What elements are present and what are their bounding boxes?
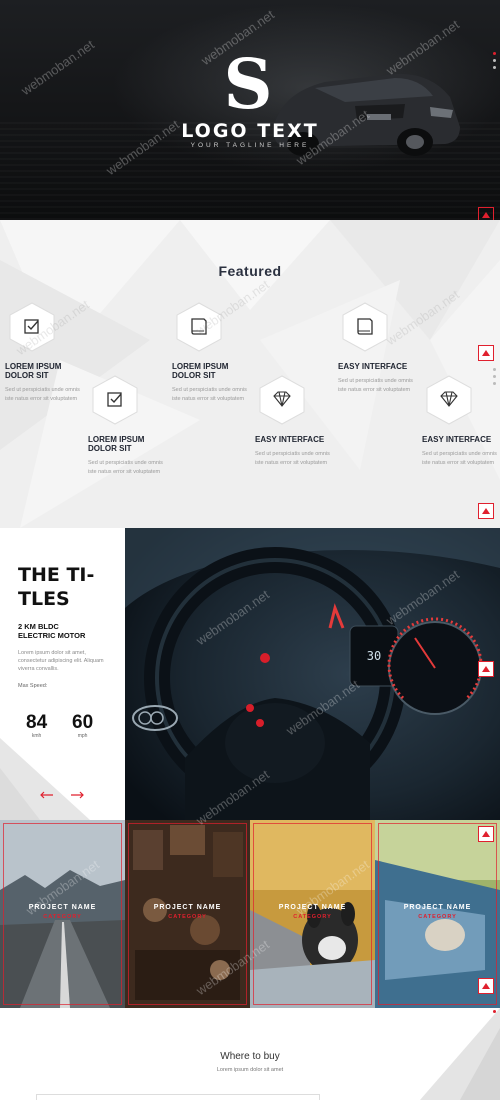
feature-item: EASY INTERFACE Sed ut perspiciatis unde …: [255, 375, 335, 468]
section-subtitle: 2 KM BLDC ELECTRIC MOTOR: [18, 622, 86, 640]
scroll-up-icon[interactable]: [478, 345, 494, 361]
project-card[interactable]: PROJECT NAME CATEGORY: [375, 820, 500, 1008]
section-dots[interactable]: [493, 368, 497, 389]
hexagon-badge: [426, 375, 472, 425]
hexagon-badge: [92, 375, 138, 425]
project-category[interactable]: CATEGORY: [250, 914, 375, 920]
slide-dot[interactable]: [493, 382, 496, 385]
featured-title: Featured: [218, 263, 282, 279]
project-category[interactable]: CATEGORY: [0, 914, 125, 920]
dashboard-photo: 30: [125, 528, 500, 820]
store-list-panel: [36, 1094, 320, 1100]
section-dots[interactable]: [493, 1010, 497, 1017]
hero-section: S LOGO TEXT YOUR TAGLINE HERE: [0, 0, 500, 220]
logo-s-icon[interactable]: S: [220, 52, 276, 114]
max-speed-label: Max Speed:: [18, 683, 48, 689]
where-to-buy-section: Where to buy Lorem ipsum dolor sit amet: [0, 1008, 500, 1100]
feature-item: LOREM IPSUM DOLOR SIT Sed ut perspiciatis…: [172, 302, 252, 404]
svg-text:S: S: [223, 52, 272, 114]
feature-title: EASY INTERFACE: [422, 435, 492, 444]
feature-description: Sed ut perspiciatis unde omnis iste natu…: [422, 451, 497, 466]
hexagon-badge: [9, 302, 55, 352]
diamond-icon: [440, 391, 458, 407]
project-name: PROJECT NAME: [153, 904, 222, 911]
stat-mph: 60 mph: [72, 712, 94, 740]
hexagon-badge: [342, 302, 388, 352]
feature-title: EASY INTERFACE: [255, 435, 325, 444]
scroll-up-icon[interactable]: [478, 978, 494, 994]
arrow-right-icon[interactable]: [70, 791, 84, 799]
where-to-buy-title: Where to buy: [220, 1051, 280, 1062]
section-title: THE TI- TLES: [18, 564, 95, 610]
product-info-panel: THE TI- TLES 2 KM BLDC ELECTRIC MOTOR Lore…: [0, 528, 125, 820]
feature-item: EASY INTERFACE Sed ut perspiciatis unde …: [422, 375, 498, 468]
feature-description: Sed ut perspiciatis unde omnis iste natu…: [338, 378, 413, 393]
projects-section: PROJECT NAME CATEGORY PROJECT NAME CATEG…: [0, 820, 500, 1008]
slide-dot[interactable]: [493, 368, 496, 371]
feature-description: Sed ut perspiciatis unde omnis iste natu…: [88, 460, 163, 475]
feature-title: LOREM IPSUM DOLOR SIT: [172, 362, 229, 380]
project-category[interactable]: CATEGORY: [375, 914, 500, 920]
where-to-buy-subtitle: Lorem ipsum dolor sit amet: [216, 1067, 284, 1073]
product-section: THE TI- TLES 2 KM BLDC ELECTRIC MOTOR Lore…: [0, 528, 500, 820]
project-category[interactable]: CATEGORY: [125, 914, 250, 920]
project-card[interactable]: PROJECT NAME CATEGORY: [0, 820, 125, 1008]
logo-tagline: YOUR TAGLINE HERE: [190, 142, 310, 149]
diamond-icon: [273, 391, 291, 407]
feature-description: Sed ut perspiciatis unde omnis iste natu…: [5, 387, 80, 402]
check-icon: [24, 319, 39, 334]
feature-item: LOREM IPSUM DOLOR SIT Sed ut perspiciatis…: [88, 375, 168, 477]
slide-dot[interactable]: [493, 59, 496, 62]
feature-item: LOREM IPSUM DOLOR SIT Sed ut perspiciatis…: [5, 302, 85, 404]
section-body-text: Lorem ipsum dolor sit amet, consectetur …: [18, 650, 104, 672]
project-card[interactable]: PROJECT NAME CATEGORY: [250, 820, 375, 1008]
hexagon-badge: [259, 375, 305, 425]
scroll-up-icon[interactable]: [478, 503, 494, 519]
arrow-left-icon[interactable]: [40, 791, 54, 799]
project-name: PROJECT NAME: [403, 904, 472, 911]
feature-title: LOREM IPSUM DOLOR SIT: [88, 435, 145, 453]
project-name: PROJECT NAME: [28, 904, 97, 911]
featured-section: Featured LOREM IPSUM DOLOR SIT Sed ut per…: [0, 220, 500, 528]
scroll-up-icon[interactable]: [478, 826, 494, 842]
feature-description: Sed ut perspiciatis unde omnis iste natu…: [172, 387, 247, 402]
stat-kmh: 84 kmh: [26, 712, 48, 740]
book-icon: [191, 318, 207, 335]
slide-dot[interactable]: [493, 66, 496, 69]
hexagon-badge: [176, 302, 222, 352]
project-name: PROJECT NAME: [278, 904, 347, 911]
logo-text[interactable]: LOGO TEXT: [0, 120, 500, 142]
feature-title: EASY INTERFACE: [338, 362, 408, 371]
feature-description: Sed ut perspiciatis unde omnis iste natu…: [255, 451, 330, 466]
slide-dot[interactable]: [493, 375, 496, 378]
feature-item: EASY INTERFACE Sed ut perspiciatis unde …: [338, 302, 418, 395]
book-icon: [357, 318, 373, 335]
project-card[interactable]: PROJECT NAME CATEGORY: [125, 820, 250, 1008]
scroll-up-icon[interactable]: [478, 207, 494, 220]
check-icon: [107, 392, 122, 407]
scroll-up-icon[interactable]: [478, 661, 494, 677]
hero-slide-dots[interactable]: [493, 52, 497, 73]
slide-dot[interactable]: [493, 1010, 496, 1013]
slide-dot[interactable]: [493, 52, 496, 55]
svg-text:30: 30: [367, 649, 381, 663]
feature-title: LOREM IPSUM DOLOR SIT: [5, 362, 62, 380]
